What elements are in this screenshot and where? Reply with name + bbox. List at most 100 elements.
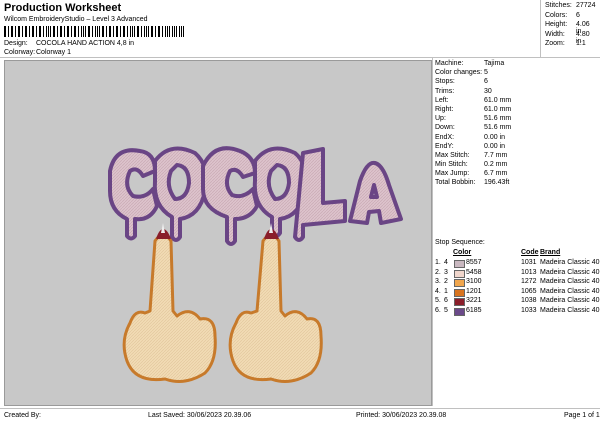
machine-key: EndY: — [435, 142, 454, 150]
stop-row: 3. 2 3100 1272 Madeira Classic 40 — [435, 278, 600, 287]
machine-value: 7.7 mm — [484, 151, 508, 159]
color-swatch — [454, 279, 465, 287]
machine-key: Left: — [435, 96, 449, 104]
machine-value: 0.2 mm — [484, 161, 508, 169]
machine-key: Max Stitch: — [435, 151, 470, 159]
stop-index: 2 — [444, 278, 448, 285]
created-by: Created By: — [4, 412, 41, 419]
colorway-value: Colorway 1 — [36, 49, 72, 56]
machine-value: 51.6 mm — [484, 124, 512, 132]
stop-row: 5. 6 3221 1038 Madeira Classic 40 — [435, 297, 600, 306]
color-swatch — [454, 260, 465, 268]
machine-value: 0.00 in — [484, 133, 506, 141]
machine-key: Max Jump: — [435, 170, 470, 178]
color-swatch — [454, 288, 465, 297]
color-swatch — [454, 298, 465, 306]
machine-row: Total Bobbin: 196.43ft — [435, 179, 600, 188]
stop-row: 4. 1 1201 1065 Madeira Classic 40 — [435, 288, 600, 297]
brand-header: Brand — [540, 249, 561, 256]
stop-index: 6 — [444, 297, 448, 304]
thread-brand: Madeira Classic 40 — [540, 268, 600, 276]
machine-key: EndX: — [435, 133, 455, 141]
stop-number: 3. — [435, 278, 441, 285]
color-header: Color — [453, 249, 472, 256]
thread-brand: Madeira Classic 40 — [540, 259, 600, 266]
thread-code: 1033 — [521, 306, 537, 314]
header-divider — [0, 57, 600, 58]
color-number: 6185 — [466, 306, 482, 314]
printed-date: Printed: 30/06/2023 20.39.08 — [356, 412, 447, 419]
thread-code: 1013 — [521, 268, 537, 276]
thread-code: 1038 — [521, 297, 537, 304]
color-swatch — [454, 269, 465, 278]
color-number: 5458 — [466, 268, 482, 276]
left-hand — [122, 223, 217, 383]
machine-row: Max Jump: 6.7 mm — [435, 170, 600, 179]
machine-key: Stops: — [435, 78, 455, 86]
cocola-letters — [108, 146, 403, 246]
panel-divider — [432, 58, 433, 406]
thread-code: 1031 — [521, 259, 537, 266]
thread-code: 1065 — [521, 287, 537, 295]
stop-sequence-title: Stop Sequence: — [435, 239, 485, 246]
machine-row: Right: 61.0 mm — [435, 106, 600, 115]
stop-row: 1. 4 8557 1031 Madeira Classic 40 — [435, 259, 600, 268]
barcode — [4, 26, 186, 37]
embroidery-artwork — [108, 146, 403, 383]
machine-row: Color changes: 5 — [435, 69, 600, 78]
design-label: Design: — [4, 40, 28, 47]
thread-brand: Madeira Classic 40 — [540, 297, 600, 304]
machine-key: Machine: — [435, 60, 464, 67]
color-number: 8557 — [466, 259, 482, 266]
machine-row: Trims: 30 — [435, 88, 600, 97]
machine-value: 196.43ft — [484, 179, 510, 187]
machine-value: 30 — [484, 87, 492, 95]
stop-row: 6. 5 6185 1033 Madeira Classic 40 — [435, 307, 600, 316]
machine-value: 61.0 mm — [484, 105, 512, 113]
machine-row: Down: 51.6 mm — [435, 124, 600, 133]
machine-key: Total Bobbin: — [435, 179, 476, 187]
stop-number: 6. — [435, 306, 441, 314]
machine-key: Min Stitch: — [435, 161, 468, 169]
right-hand — [228, 223, 323, 383]
machine-row: EndY: 0.00 in — [435, 143, 600, 152]
thread-code: 1272 — [521, 278, 537, 285]
color-number: 1201 — [466, 287, 482, 295]
machine-row: Min Stitch: 0.2 mm — [435, 161, 600, 170]
colorway-label: Colorway: — [4, 49, 36, 56]
stats-divider — [540, 0, 541, 57]
machine-value: 61.0 mm — [484, 96, 512, 104]
footer-divider — [0, 408, 600, 409]
machine-value: 6.7 mm — [484, 170, 508, 178]
machine-key: Right: — [435, 105, 454, 113]
color-number: 3221 — [466, 297, 482, 304]
stop-index: 3 — [444, 268, 448, 276]
stop-number: 4. — [435, 287, 441, 295]
machine-row: Stops: 6 — [435, 78, 600, 87]
thread-brand: Madeira Classic 40 — [540, 278, 600, 285]
machine-key: Trims: — [435, 87, 455, 95]
machine-row: Max Stitch: 7.7 mm — [435, 152, 600, 161]
machine-key: Color changes: — [435, 69, 483, 77]
page-title: Production Worksheet — [4, 2, 122, 14]
color-number: 3100 — [466, 278, 482, 285]
color-swatch — [454, 307, 465, 316]
stop-number: 1. — [435, 259, 441, 266]
design-preview — [4, 60, 432, 406]
stop-index: 4 — [444, 259, 448, 266]
machine-value: 5 — [484, 69, 488, 77]
machine-key: Down: — [435, 124, 455, 132]
software-subtitle: Wilcom EmbroideryStudio – Level 3 Advanc… — [4, 16, 148, 23]
stop-number: 2. — [435, 268, 441, 276]
machine-info: Machine: Tajima Color changes: 5 Stops: 6 Trim… — [435, 60, 600, 189]
thread-brand: Madeira Classic 40 — [540, 287, 600, 295]
machine-value: 6 — [484, 78, 488, 86]
machine-value: Tajima — [484, 60, 505, 67]
machine-key: Up: — [435, 115, 446, 123]
stop-index: 5 — [444, 306, 448, 314]
stop-number: 5. — [435, 297, 441, 304]
machine-value: 0.00 in — [484, 142, 506, 150]
machine-row: Left: 61.0 mm — [435, 97, 600, 106]
machine-row: Up: 51.6 mm — [435, 115, 600, 124]
thread-brand: Madeira Classic 40 — [540, 306, 600, 314]
